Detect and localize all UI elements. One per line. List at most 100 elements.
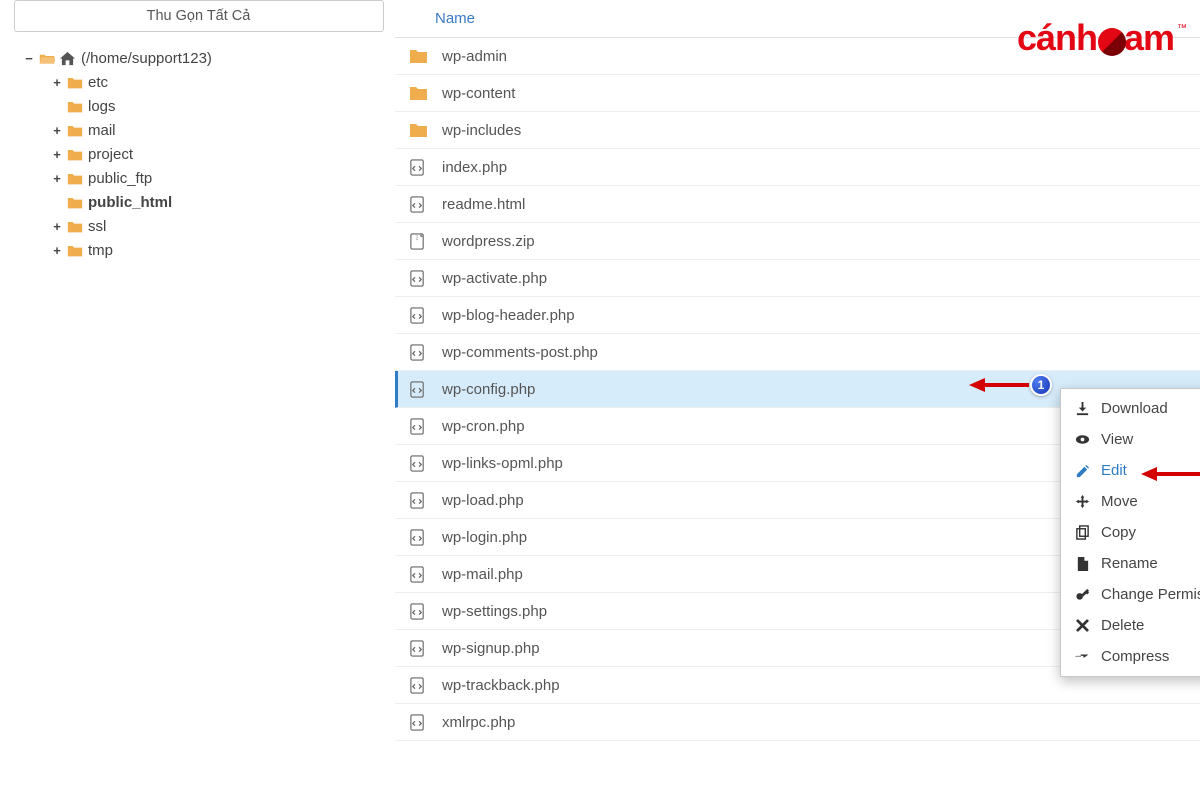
- file-row[interactable]: wordpress.zip: [395, 223, 1200, 260]
- file-name-label: wp-load.php: [442, 492, 524, 509]
- tree-item[interactable]: +logs: [23, 94, 385, 118]
- eye-icon: [1075, 432, 1091, 447]
- download-icon: [1075, 401, 1091, 416]
- logo-text-part1: cánh: [1017, 17, 1097, 59]
- context-menu-item[interactable]: Move: [1061, 486, 1200, 517]
- file-name-label: wp-admin: [442, 48, 507, 65]
- file-name-label: wp-config.php: [442, 381, 535, 398]
- move-icon: [1075, 494, 1091, 509]
- pencil-icon: [1075, 463, 1091, 478]
- context-menu-item[interactable]: Download: [1061, 393, 1200, 424]
- zip-file-icon: [409, 233, 427, 250]
- code-file-icon: [409, 381, 427, 398]
- tree-item[interactable]: +ssl: [23, 214, 385, 238]
- code-file-icon: [409, 307, 427, 324]
- folder-icon: [67, 195, 83, 209]
- collapse-all-button[interactable]: Thu Gọn Tất Cả: [14, 0, 384, 32]
- file-row[interactable]: wp-activate.php: [395, 260, 1200, 297]
- folder-icon: [67, 219, 83, 233]
- code-file-icon: [409, 455, 427, 472]
- file-name-label: wp-content: [442, 85, 515, 102]
- folder-icon: [67, 147, 83, 161]
- key-icon: [1075, 587, 1091, 602]
- file-name-label: wp-activate.php: [442, 270, 547, 287]
- context-menu-item[interactable]: Rename: [1061, 548, 1200, 579]
- context-menu-label: Change Permissions: [1101, 586, 1200, 603]
- tree-item-label: etc: [87, 74, 108, 91]
- tree-root-label: (/home/support123): [80, 50, 212, 67]
- expand-toggle-icon[interactable]: +: [51, 123, 63, 138]
- context-menu-label: Compress: [1101, 648, 1169, 665]
- code-file-icon: [409, 677, 427, 694]
- tree-item-label: public_html: [87, 194, 172, 211]
- expand-toggle-icon[interactable]: +: [51, 171, 63, 186]
- x-icon: [1075, 618, 1091, 633]
- context-menu-label: Move: [1101, 493, 1138, 510]
- file-row[interactable]: wp-content: [395, 75, 1200, 112]
- code-file-icon: [409, 418, 427, 435]
- file-name-label: wp-settings.php: [442, 603, 547, 620]
- expand-toggle-icon[interactable]: +: [51, 219, 63, 234]
- expand-toggle-icon[interactable]: +: [51, 75, 63, 90]
- tree-item[interactable]: + project: [23, 142, 385, 166]
- folder-tree-sidebar: Thu Gọn Tất Cả − (/home/support123) + etc…: [0, 0, 395, 800]
- expand-toggle-icon[interactable]: +: [51, 147, 63, 162]
- file-name-label: index.php: [442, 159, 507, 176]
- code-file-icon: [409, 159, 427, 176]
- file-name-label: xmlrpc.php: [442, 714, 515, 731]
- tree-item-label: project: [87, 146, 133, 163]
- collapse-toggle-icon[interactable]: −: [23, 51, 35, 66]
- code-file-icon: [409, 714, 427, 731]
- file-name-label: wp-trackback.php: [442, 677, 560, 694]
- tree-item[interactable]: + etc: [23, 70, 385, 94]
- code-file-icon: [409, 603, 427, 620]
- file-name-label: wp-blog-header.php: [442, 307, 575, 324]
- context-menu-item[interactable]: Copy: [1061, 517, 1200, 548]
- file-name-label: wp-includes: [442, 122, 521, 139]
- context-menu-item[interactable]: Change Permissions: [1061, 579, 1200, 610]
- tree-item[interactable]: + mail: [23, 118, 385, 142]
- context-menu-item[interactable]: View: [1061, 424, 1200, 455]
- file-row[interactable]: readme.html: [395, 186, 1200, 223]
- folder-icon: [409, 84, 427, 102]
- compress-icon: [1075, 649, 1091, 664]
- context-menu-label: Copy: [1101, 524, 1136, 541]
- code-file-icon: [409, 344, 427, 361]
- home-icon: [59, 51, 76, 66]
- code-file-icon: [409, 640, 427, 657]
- folder-open-icon: [39, 51, 55, 65]
- context-menu: Download View Edit Move Copy Rename Change Per…: [1060, 388, 1200, 677]
- file-name-label: wp-comments-post.php: [442, 344, 598, 361]
- brand-logo: cánh am ™: [1017, 17, 1186, 59]
- tree-item[interactable]: +public_html: [23, 190, 385, 214]
- expand-toggle-icon[interactable]: +: [51, 243, 63, 258]
- folder-icon: [67, 243, 83, 257]
- file-row[interactable]: wp-comments-post.php: [395, 334, 1200, 371]
- logo-leaf-icon: [1098, 28, 1126, 56]
- tree-item-label: public_ftp: [87, 170, 152, 187]
- annotation-badge-1: 1: [1030, 374, 1052, 396]
- context-menu-label: Download: [1101, 400, 1168, 417]
- file-list-panel: Name wp-adminwp-contentwp-includesindex.…: [395, 0, 1200, 800]
- tree-item[interactable]: + public_ftp: [23, 166, 385, 190]
- file-row[interactable]: index.php: [395, 149, 1200, 186]
- file-row[interactable]: xmlrpc.php: [395, 704, 1200, 741]
- file-name-label: wp-links-opml.php: [442, 455, 563, 472]
- context-menu-item[interactable]: Delete: [1061, 610, 1200, 641]
- tree-root[interactable]: − (/home/support123): [23, 46, 385, 70]
- context-menu-item[interactable]: Compress: [1061, 641, 1200, 672]
- tree-item-label: logs: [87, 98, 116, 115]
- folder-icon: [67, 171, 83, 185]
- file-row[interactable]: wp-includes: [395, 112, 1200, 149]
- tree-item[interactable]: +tmp: [23, 238, 385, 262]
- file-row[interactable]: wp-blog-header.php: [395, 297, 1200, 334]
- context-menu-item[interactable]: Edit: [1061, 455, 1200, 486]
- context-menu-label: Rename: [1101, 555, 1158, 572]
- tree-item-label: mail: [87, 122, 116, 139]
- context-menu-label: Delete: [1101, 617, 1144, 634]
- file-name-label: readme.html: [442, 196, 525, 213]
- context-menu-label: View: [1101, 431, 1133, 448]
- logo-text-part2: am: [1124, 17, 1174, 59]
- file-name-label: wp-login.php: [442, 529, 527, 546]
- file-name-label: wordpress.zip: [442, 233, 535, 250]
